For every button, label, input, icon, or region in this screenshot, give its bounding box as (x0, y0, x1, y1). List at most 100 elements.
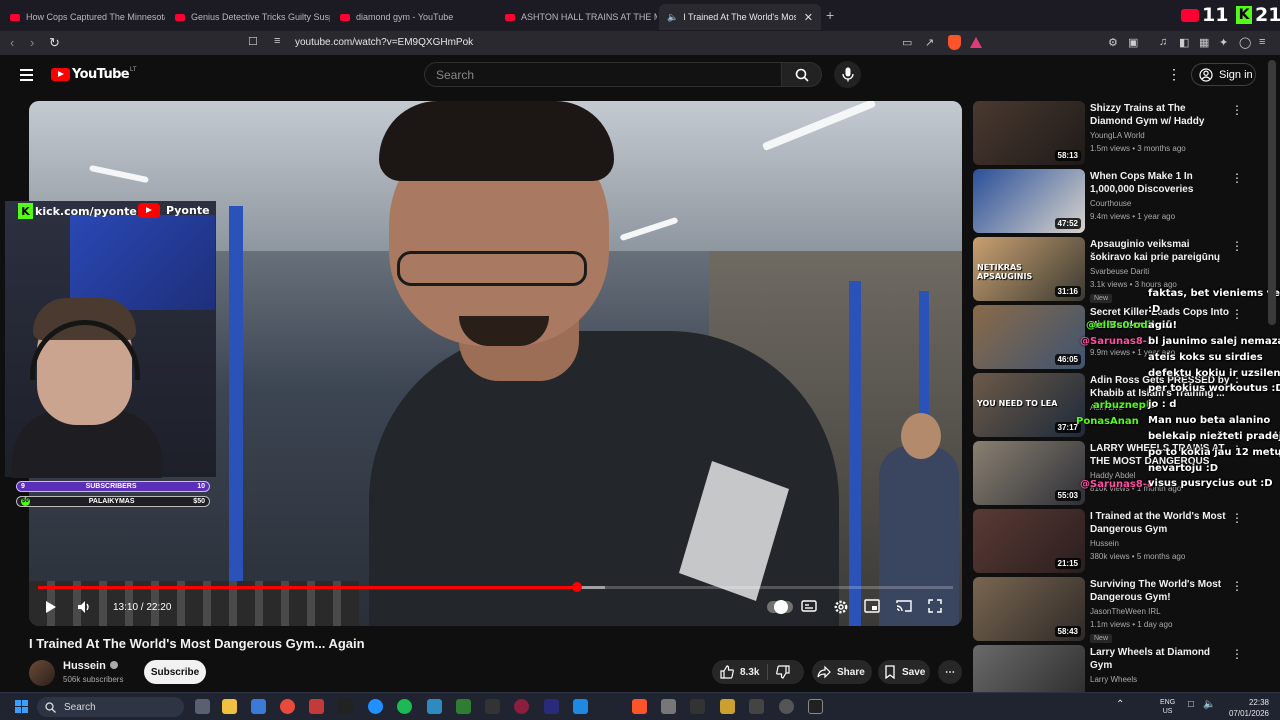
browser-tab-active[interactable]: 🔈 I Trained At The World's Most ✕ (659, 4, 821, 30)
play-button[interactable] (44, 599, 58, 620)
network-icon[interactable]: □ (1188, 699, 1194, 710)
progress-bar[interactable] (38, 582, 953, 592)
recommended-channel-name[interactable]: Hussein (1090, 539, 1119, 548)
url-text[interactable]: youtube.com/watch?v=EM9QXGHmPok (295, 37, 473, 48)
page-scrollbar[interactable] (1268, 60, 1276, 325)
spotify-icon[interactable] (397, 699, 412, 714)
video-options-kebab-icon[interactable]: ⋮ (1231, 579, 1243, 593)
video-thumbnail[interactable]: 46:05 (973, 305, 1085, 369)
extensions-icon[interactable]: ⚙ (1108, 36, 1118, 49)
taskbar-search[interactable]: Search (37, 697, 184, 717)
video-thumbnail[interactable]: 58:13 (973, 101, 1085, 165)
address-bar[interactable]: ☐ ≡ youtube.com/watch?v=EM9QXGHmPok ▭ ↗ (242, 33, 994, 53)
back-icon[interactable]: ‹ (10, 35, 14, 50)
windows-start-icon[interactable] (15, 700, 28, 713)
recommended-video[interactable]: 58:43 Surviving The World's Most Dangerou… (973, 577, 1263, 643)
youtube-logo[interactable]: YouTube LT (51, 67, 137, 82)
forward-icon[interactable]: › (30, 35, 34, 50)
video-thumbnail[interactable]: NETIKRAS APSAUGINIS 31:16 (973, 237, 1085, 301)
settings-button[interactable] (833, 599, 849, 620)
like-button[interactable]: 8.3k (712, 660, 767, 684)
autoplay-toggle[interactable] (767, 600, 793, 614)
recommended-channel-name[interactable]: JasonTheWeen IRL (1090, 607, 1161, 616)
app-icon[interactable] (309, 699, 324, 714)
settings-kebab-icon[interactable]: ⋮ (1167, 66, 1181, 83)
sign-in-button[interactable]: Sign in (1191, 63, 1256, 86)
close-tab-icon[interactable]: ✕ (804, 11, 813, 24)
app-icon[interactable] (661, 699, 676, 714)
video-thumbnail[interactable]: 58:43 (973, 577, 1085, 641)
app-icon[interactable] (485, 699, 500, 714)
new-tab-button[interactable]: + (826, 7, 834, 23)
app-icon[interactable] (720, 699, 735, 714)
recommended-channel-name[interactable]: YoungLA World (1090, 131, 1145, 140)
voice-search-button[interactable] (834, 61, 861, 88)
video-options-kebab-icon[interactable]: ⋮ (1231, 239, 1243, 253)
search-box[interactable] (424, 62, 782, 87)
video-thumbnail[interactable]: YOU NEED TO LEA 37:17 (973, 373, 1085, 437)
video-thumbnail[interactable]: 21:15 (973, 509, 1085, 573)
recommended-channel-name[interactable]: Larry Wheels (1090, 675, 1137, 684)
volume-tray-icon[interactable]: 🔈 (1203, 699, 1215, 710)
channel-name[interactable]: Hussein (63, 660, 118, 672)
channel-avatar[interactable] (29, 660, 55, 686)
recommended-video-title[interactable]: I Trained at the World's Most Dangerous … (1090, 510, 1230, 536)
brave-icon[interactable] (632, 699, 647, 714)
task-view-icon[interactable] (195, 699, 210, 714)
store-icon[interactable] (251, 699, 266, 714)
video-options-kebab-icon[interactable]: ⋮ (1231, 647, 1243, 661)
video-thumbnail[interactable]: 47:52 (973, 169, 1085, 233)
tray-overflow-icon[interactable]: ⌃ (1116, 699, 1124, 710)
photos-icon[interactable] (427, 699, 442, 714)
search-input[interactable] (425, 63, 781, 86)
bookmark-icon[interactable]: ☐ (248, 35, 258, 48)
recommended-channel-name[interactable]: Courthouse (1090, 199, 1131, 208)
app-icon[interactable] (749, 699, 764, 714)
recommended-video[interactable]: 58:13 Shizzy Trains at The Diamond Gym w/… (973, 101, 1263, 165)
save-button[interactable]: Save (878, 660, 930, 684)
system-clock[interactable]: 22:38 07/01/2026 (1225, 697, 1269, 719)
recommended-video-title[interactable]: Surviving The World's Most Dangerous Gym… (1090, 578, 1230, 604)
recommended-video[interactable]: 21:15 I Trained at the World's Most Dange… (973, 509, 1263, 573)
recommended-video[interactable]: 47:52 When Cops Make 1 In 1,000,000 Disco… (973, 169, 1263, 233)
recommended-video-title[interactable]: When Cops Make 1 In 1,000,000 Discoverie… (1090, 170, 1230, 196)
brave-rewards-icon[interactable] (970, 37, 982, 48)
dislike-button[interactable] (768, 660, 798, 684)
video-thumbnail[interactable]: 55:03 (973, 441, 1085, 505)
site-info-icon[interactable]: ≡ (274, 35, 280, 47)
fullscreen-button[interactable] (928, 599, 942, 618)
video-options-kebab-icon[interactable]: ⋮ (1231, 171, 1243, 185)
share-page-icon[interactable]: ↗ (925, 36, 934, 49)
recommended-video-title[interactable]: Apsauginio veiksmai šokiravo kai prie pa… (1090, 238, 1230, 264)
miniplayer-button[interactable] (864, 599, 880, 618)
wallet-extension-icon[interactable]: ▦ (1199, 36, 1209, 49)
browser-tab[interactable]: How Cops Captured The Minnesota (2, 4, 165, 30)
sidebar-icon[interactable]: ◧ (1179, 36, 1189, 49)
media-icon[interactable]: ♫ (1159, 36, 1167, 48)
brave-shields-icon[interactable] (948, 35, 961, 50)
cast-button[interactable] (896, 599, 912, 618)
reload-icon[interactable]: ↻ (49, 35, 60, 51)
obs-icon[interactable] (779, 699, 794, 714)
browser-tab[interactable]: ASHTON HALL TRAINS AT THE MOST (497, 4, 657, 30)
app-icon[interactable] (808, 699, 823, 714)
browser-tab[interactable]: Genius Detective Tricks Guilty Suspe (167, 4, 330, 30)
video-options-kebab-icon[interactable]: ⋮ (1231, 307, 1243, 321)
edge-icon[interactable] (368, 699, 383, 714)
file-explorer-icon[interactable] (222, 699, 237, 714)
vpn-icon[interactable]: ◯ (1239, 36, 1251, 49)
video-options-kebab-icon[interactable]: ⋮ (1231, 103, 1243, 117)
app-icon[interactable] (456, 699, 471, 714)
leo-ai-icon[interactable]: ✦ (1219, 36, 1228, 49)
browser-menu-icon[interactable]: ≡ (1259, 36, 1265, 48)
language-indicator[interactable]: ENG US (1160, 698, 1175, 716)
app-icon[interactable] (338, 699, 353, 714)
chrome-icon[interactable] (280, 699, 295, 714)
mute-button[interactable] (76, 599, 92, 620)
more-actions-button[interactable]: ⋯ (938, 660, 962, 684)
recommended-video-title[interactable]: Larry Wheels at Diamond Gym (1090, 646, 1230, 672)
app-icon[interactable] (514, 699, 529, 714)
browser-tab[interactable]: diamond gym - YouTube (332, 4, 495, 30)
share-button[interactable]: Share (812, 660, 872, 684)
install-app-icon[interactable]: ▭ (902, 36, 912, 49)
